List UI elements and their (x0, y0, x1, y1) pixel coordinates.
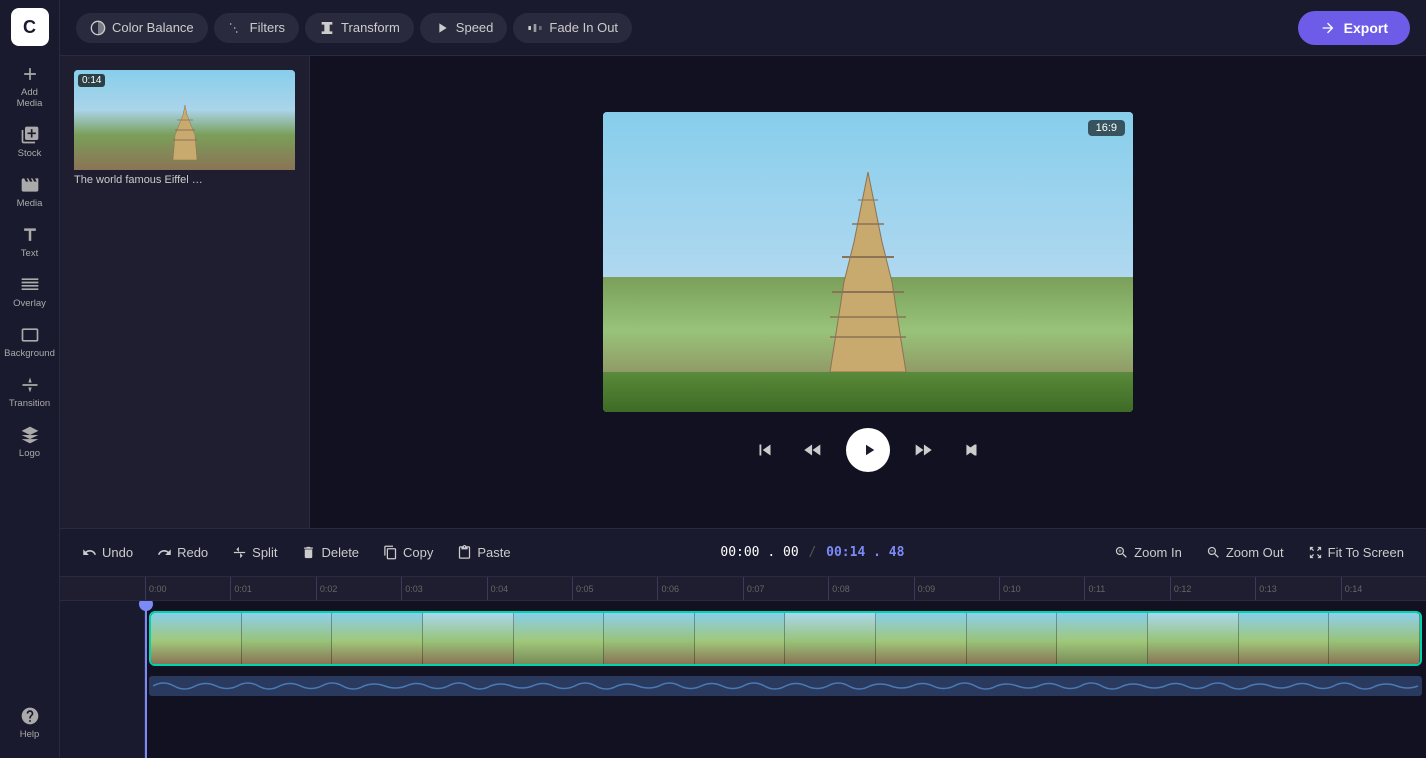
time-total: 00:14 . 48 (826, 545, 904, 560)
main-area: Color Balance Filters Transform Speed Fa… (60, 0, 1426, 758)
sidebar-item-media[interactable]: Media (4, 169, 56, 215)
clip-frame-12 (1148, 613, 1239, 664)
fade-in-out-button[interactable]: Fade In Out (513, 13, 632, 43)
time-divider: / (806, 545, 826, 560)
undo-button[interactable]: Undo (72, 539, 143, 566)
clip-frame-8 (785, 613, 876, 664)
sidebar-item-logo[interactable]: Logo (4, 419, 56, 465)
sidebar-item-add-media[interactable]: Add Media (4, 58, 56, 115)
ruler-mark-7: 0:07 (743, 577, 828, 600)
skip-to-start-button[interactable] (750, 435, 780, 465)
timeline-content: 0:00 0:01 0:02 0:03 0:04 0:05 0:06 0:07 … (60, 577, 1426, 758)
clip-frames (151, 613, 1420, 664)
ruler-mark-8: 0:08 (828, 577, 913, 600)
clip-frame-4 (423, 613, 514, 664)
fast-forward-button[interactable] (908, 435, 938, 465)
ruler-mark-10: 0:10 (999, 577, 1084, 600)
ruler-mark-6: 0:06 (657, 577, 742, 600)
delete-button[interactable]: Delete (291, 539, 369, 566)
export-button[interactable]: Export (1298, 11, 1410, 45)
ruler-mark-5: 0:05 (572, 577, 657, 600)
ruler-mark-0: 0:00 (145, 577, 230, 600)
sidebar-item-stock[interactable]: Stock (4, 119, 56, 165)
zoom-in-button[interactable]: Zoom In (1104, 539, 1192, 566)
ruler-mark-14: 0:14 (1341, 577, 1426, 600)
preview-video: 16:9 (603, 112, 1133, 412)
clip-frame-6 (604, 613, 695, 664)
clip-frame-1 (151, 613, 242, 664)
media-thumb-eiffel[interactable]: 0:14 The world famous Eiffel … (72, 68, 297, 188)
topbar-tools: Color Balance Filters Transform Speed Fa… (76, 13, 632, 43)
tracks (145, 601, 1426, 758)
track-labels (60, 601, 145, 758)
clip-frame-14 (1329, 613, 1420, 664)
skip-to-end-button[interactable] (956, 435, 986, 465)
copy-button[interactable]: Copy (373, 539, 443, 566)
media-panel: 0:14 The world famous Eiffel … (60, 56, 310, 528)
ruler-mark-2: 0:02 (316, 577, 401, 600)
transform-button[interactable]: Transform (305, 13, 414, 43)
clip-frame-11 (1057, 613, 1148, 664)
sidebar-item-background[interactable]: Background (4, 319, 56, 365)
ruler-mark-3: 0:03 (401, 577, 486, 600)
clip-frame-2 (242, 613, 333, 664)
clip-frame-7 (695, 613, 786, 664)
ruler-mark-13: 0:13 (1255, 577, 1340, 600)
app-logo[interactable]: C (11, 8, 49, 46)
playhead-head (139, 601, 153, 611)
filters-button[interactable]: Filters (214, 13, 299, 43)
fit-to-screen-button[interactable]: Fit To Screen (1298, 539, 1414, 566)
sidebar-item-help[interactable]: Help (4, 700, 56, 746)
ruler-mark-12: 0:12 (1170, 577, 1255, 600)
media-title: The world famous Eiffel … (74, 174, 295, 186)
preview-area: 16:9 (310, 56, 1426, 528)
content-area: 0:14 The world famous Eiffel … (60, 56, 1426, 528)
media-duration: 0:14 (78, 74, 105, 87)
split-button[interactable]: Split (222, 539, 287, 566)
time-current: 00:00 . 00 (720, 545, 798, 560)
clip-frame-13 (1239, 613, 1330, 664)
redo-button[interactable]: Redo (147, 539, 218, 566)
timeline-toolbar: Undo Redo Split Delete Copy Paste (60, 529, 1426, 577)
paste-button[interactable]: Paste (447, 539, 520, 566)
clip-frame-3 (332, 613, 423, 664)
sidebar: C Add Media Stock Media Text Overlay Bac… (0, 0, 60, 758)
audio-track[interactable] (149, 676, 1422, 696)
timeline-right-controls: Zoom In Zoom Out Fit To Screen (1104, 539, 1414, 566)
zoom-out-button[interactable]: Zoom Out (1196, 539, 1294, 566)
time-display: 00:00 . 00 / 00:14 . 48 (720, 545, 904, 560)
aspect-ratio-badge: 16:9 (1088, 120, 1125, 136)
ruler-mark-9: 0:09 (914, 577, 999, 600)
clip-frame-10 (967, 613, 1058, 664)
timeline-area: Undo Redo Split Delete Copy Paste (60, 528, 1426, 758)
playback-controls (750, 428, 986, 472)
ruler-mark-11: 0:11 (1084, 577, 1169, 600)
color-balance-button[interactable]: Color Balance (76, 13, 208, 43)
play-button[interactable] (846, 428, 890, 472)
playhead[interactable] (145, 601, 147, 758)
clip-frame-5 (514, 613, 605, 664)
video-track[interactable] (149, 611, 1422, 666)
ruler-mark-1: 0:01 (230, 577, 315, 600)
speed-button[interactable]: Speed (420, 13, 508, 43)
timeline-ruler: 0:00 0:01 0:02 0:03 0:04 0:05 0:06 0:07 … (60, 577, 1426, 601)
sidebar-item-text[interactable]: Text (4, 219, 56, 265)
sidebar-item-overlay[interactable]: Overlay (4, 269, 56, 315)
track-area (60, 601, 1426, 758)
ruler-mark-4: 0:04 (487, 577, 572, 600)
clip-frame-9 (876, 613, 967, 664)
rewind-button[interactable] (798, 435, 828, 465)
sidebar-item-transition[interactable]: Transition (4, 369, 56, 415)
topbar: Color Balance Filters Transform Speed Fa… (60, 0, 1426, 56)
ruler-marks: 0:00 0:01 0:02 0:03 0:04 0:05 0:06 0:07 … (60, 577, 1426, 600)
